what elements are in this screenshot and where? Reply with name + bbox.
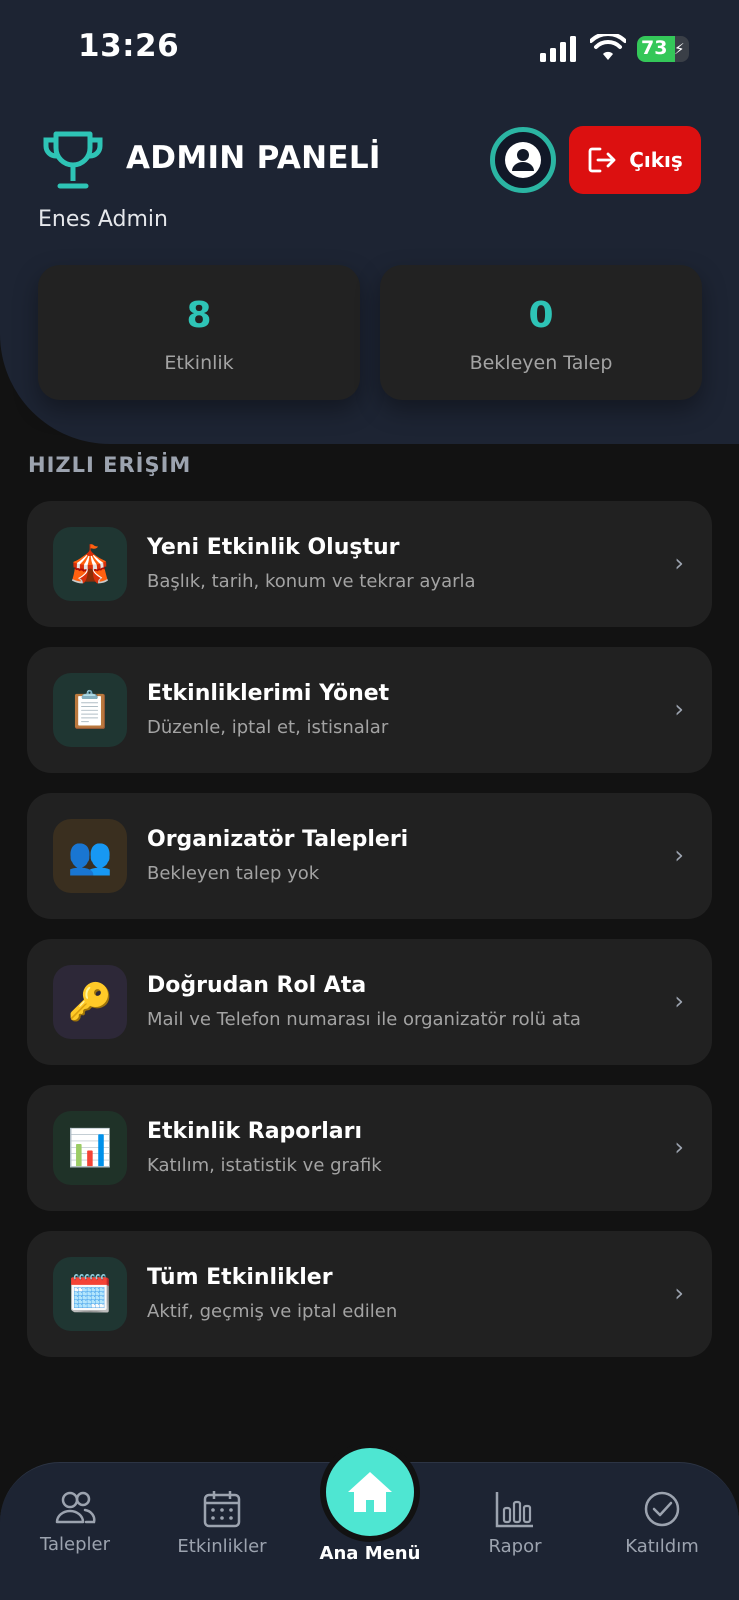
chevron-right-icon: ›	[674, 695, 684, 723]
section-title: HIZLI ERİŞİM	[28, 453, 192, 477]
logout-icon	[588, 147, 616, 173]
key-icon: 🔑	[53, 965, 127, 1039]
menu-item-title: Organizatör Talepleri	[147, 827, 409, 852]
menu-item-title: Etkinliklerimi Yönet	[147, 681, 390, 706]
cellular-signal-icon	[540, 36, 576, 62]
chevron-right-icon: ›	[674, 1279, 684, 1307]
stat-value: 8	[186, 295, 212, 336]
calendar-icon: 🗓️	[53, 1257, 127, 1331]
menu-item-description: Bekleyen talep yok	[147, 863, 320, 884]
logout-button[interactable]: Çıkış	[569, 126, 701, 194]
chevron-right-icon: ›	[674, 1133, 684, 1161]
bar-chart-icon: 📊	[53, 1111, 127, 1185]
stat-card-events: 8 Etkinlik	[38, 265, 360, 400]
menu-item-description: Aktif, geçmiş ve iptal edilen	[147, 1301, 398, 1322]
check-circle-icon	[644, 1491, 680, 1527]
admin-name: Enes Admin	[38, 207, 168, 232]
menu-item-title: Tüm Etkinlikler	[147, 1265, 333, 1290]
stat-card-pending-requests: 0 Bekleyen Talep	[380, 265, 702, 400]
menu-item-description: Katılım, istatistik ve grafik	[147, 1155, 382, 1176]
stat-value: 0	[528, 295, 554, 336]
nav-item-report[interactable]: Rapor	[450, 1490, 580, 1557]
profile-button[interactable]	[490, 127, 556, 193]
stat-label: Etkinlik	[164, 352, 234, 374]
menu-item-all-events[interactable]: 🗓️ Tüm Etkinlikler Aktif, geçmiş ve ipta…	[27, 1231, 712, 1357]
nav-item-attended[interactable]: Katıldım	[597, 1490, 727, 1557]
menu-item-event-reports[interactable]: 📊 Etkinlik Raporları Katılım, istatistik…	[27, 1085, 712, 1211]
menu-item-title: Etkinlik Raporları	[147, 1119, 363, 1144]
circus-tent-icon: 🎪	[53, 527, 127, 601]
calendar-icon	[203, 1491, 241, 1528]
menu-item-title: Yeni Etkinlik Oluştur	[147, 535, 400, 560]
battery-icon: 73 ⚡	[637, 36, 689, 62]
page-title: ADMIN PANELİ	[126, 140, 381, 176]
chevron-right-icon: ›	[674, 841, 684, 869]
nav-label: Rapor	[488, 1536, 542, 1557]
menu-item-organizer-requests[interactable]: 👥 Organizatör Talepleri Bekleyen talep y…	[27, 793, 712, 919]
wifi-icon	[590, 34, 626, 60]
users-icon	[55, 1491, 96, 1524]
chevron-right-icon: ›	[674, 549, 684, 577]
nav-item-events[interactable]: Etkinlikler	[157, 1490, 287, 1557]
nav-label-home: Ana Menü	[319, 1543, 421, 1564]
user-icon	[505, 142, 541, 178]
stat-label: Bekleyen Talep	[469, 352, 613, 374]
menu-item-description: Başlık, tarih, konum ve tekrar ayarla	[147, 571, 476, 592]
nav-label: Katıldım	[625, 1536, 699, 1557]
chevron-right-icon: ›	[674, 987, 684, 1015]
battery-percent: 73	[641, 37, 668, 59]
menu-item-title: Doğrudan Rol Ata	[147, 973, 367, 998]
status-time: 13:26	[78, 28, 180, 64]
clipboard-icon: 📋	[53, 673, 127, 747]
nav-label: Etkinlikler	[177, 1536, 267, 1557]
menu-item-description: Mail ve Telefon numarası ile organizatör…	[147, 1009, 581, 1030]
home-button[interactable]	[320, 1442, 420, 1542]
home-icon	[348, 1472, 392, 1512]
nav-label: Talepler	[39, 1534, 111, 1555]
menu-item-manage-events[interactable]: 📋 Etkinliklerimi Yönet Düzenle, iptal et…	[27, 647, 712, 773]
menu-item-description: Düzenle, iptal et, istisnalar	[147, 717, 389, 738]
logout-label: Çıkış	[629, 148, 683, 172]
trophy-icon	[43, 131, 103, 189]
menu-item-new-event[interactable]: 🎪 Yeni Etkinlik Oluştur Başlık, tarih, k…	[27, 501, 712, 627]
users-icon: 👥	[53, 819, 127, 893]
bar-chart-icon	[495, 1492, 533, 1528]
charging-icon: ⚡	[674, 40, 685, 58]
menu-item-assign-role[interactable]: 🔑 Doğrudan Rol Ata Mail ve Telefon numar…	[27, 939, 712, 1065]
nav-item-requests[interactable]: Talepler	[10, 1490, 140, 1555]
